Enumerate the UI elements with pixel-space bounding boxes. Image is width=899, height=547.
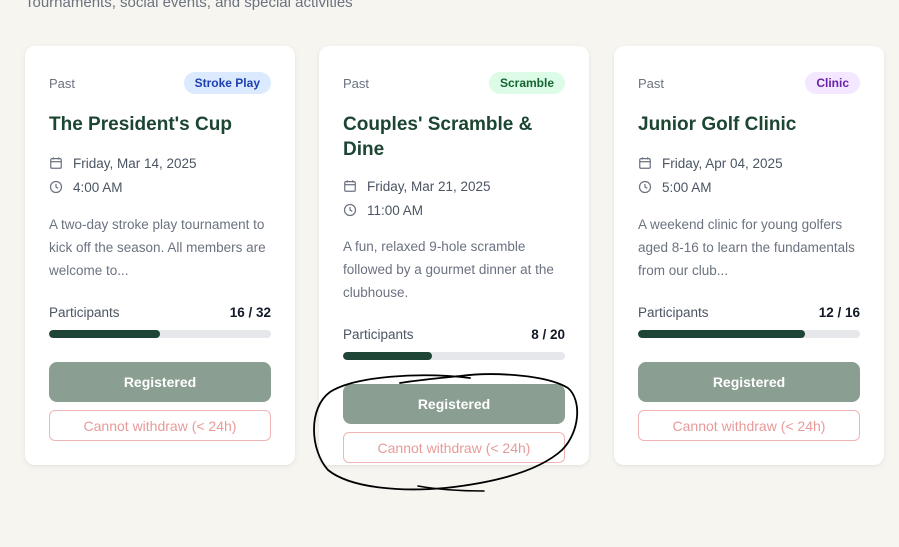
calendar-icon [50,157,62,169]
calendar-icon [344,180,356,192]
participants-count: 16 / 32 [229,304,271,320]
participants-progress-bar [638,330,860,338]
clock-icon [343,203,357,217]
event-time-row: 4:00 AM [49,177,123,197]
event-type-badge: Stroke Play [183,72,271,94]
registered-button[interactable]: Registered [49,362,271,402]
withdraw-button[interactable]: Cannot withdraw (< 24h) [638,410,860,441]
event-date-row: Friday, Mar 14, 2025 [49,153,197,173]
event-status: Past [343,75,370,91]
event-type-badge: Scramble [488,72,565,94]
registered-button[interactable]: Registered [343,384,565,424]
event-description: A fun, relaxed 9-hole scramble followed … [343,239,554,300]
event-title: The President's Cup [49,114,232,135]
event-card: Past Scramble Couples' Scramble & Dine F… [319,46,589,465]
withdraw-button[interactable]: Cannot withdraw (< 24h) [49,410,271,441]
events-page: Tournaments, social events, and special … [0,0,899,547]
event-time: 11:00 AM [367,202,424,218]
participants-row: Participants 12 / 16 [638,303,860,321]
participants-progress-bar [343,352,565,360]
registered-button[interactable]: Registered [638,362,860,402]
event-status: Past [49,75,76,91]
event-card: Past Stroke Play The President's Cup Fri… [25,46,295,465]
event-date-row: Friday, Apr 04, 2025 [638,153,783,173]
event-time-row: 11:00 AM [343,200,423,220]
calendar-icon [639,157,651,169]
participants-progress-fill [343,352,432,360]
participants-progress-fill [638,330,805,338]
participants-row: Participants 8 / 20 [343,325,565,343]
event-title: Junior Golf Clinic [638,114,797,135]
clock-icon [49,180,63,194]
event-date: Friday, Apr 04, 2025 [662,155,783,171]
participants-count: 12 / 16 [818,304,860,320]
event-time: 5:00 AM [662,179,712,195]
participants-row: Participants 16 / 32 [49,303,271,321]
event-description: A two-day stroke play tournament to kick… [49,217,266,278]
event-date: Friday, Mar 21, 2025 [367,178,491,194]
event-time-row: 5:00 AM [638,177,712,197]
participants-progress-fill [49,330,160,338]
participants-label: Participants [638,304,709,320]
event-date: Friday, Mar 14, 2025 [73,155,197,171]
withdraw-button[interactable]: Cannot withdraw (< 24h) [343,432,565,463]
event-card: Past Clinic Junior Golf Clinic Friday, A… [614,46,884,465]
participants-label: Participants [49,304,120,320]
page-subtitle: Tournaments, social events, and special … [25,0,353,11]
event-date-row: Friday, Mar 21, 2025 [343,176,491,196]
clock-icon [638,180,652,194]
participants-progress-bar [49,330,271,338]
event-title: Couples' Scramble & Dine [343,114,533,160]
event-description: A weekend clinic for young golfers aged … [638,217,855,278]
event-status: Past [638,75,665,91]
participants-count: 8 / 20 [531,326,565,342]
event-type-badge: Clinic [805,72,860,94]
participants-label: Participants [343,326,414,342]
event-time: 4:00 AM [73,179,123,195]
